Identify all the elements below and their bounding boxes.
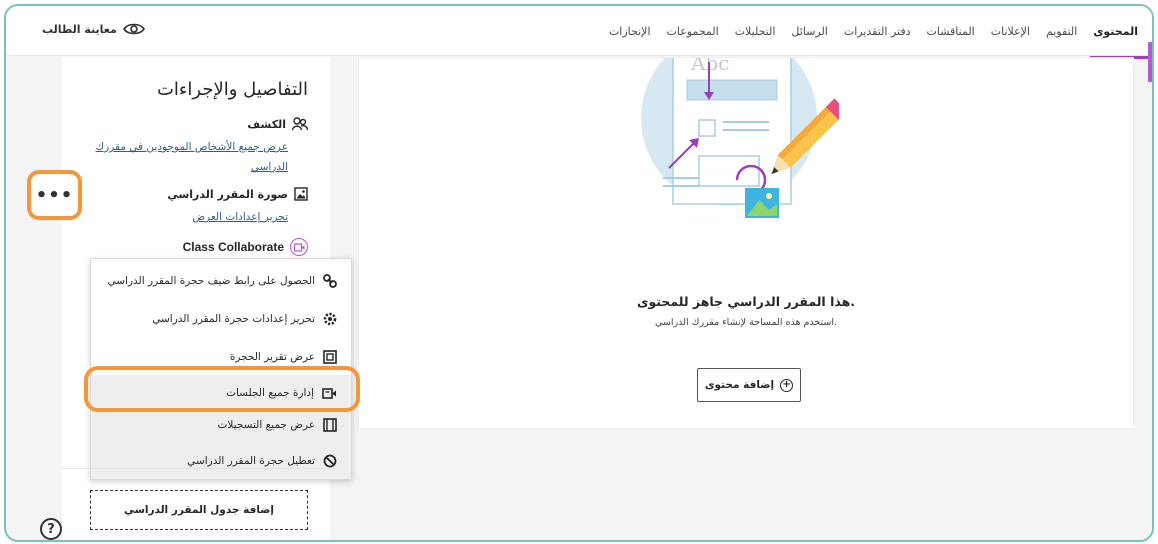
tab-groups[interactable]: المجموعات	[667, 25, 719, 38]
student-preview-button[interactable]: معاينة الطالب	[42, 22, 145, 36]
menu-item-manage-sessions[interactable]: إدارة جميع الجلسات	[91, 375, 351, 411]
report-icon	[323, 350, 337, 364]
tab-gradebook[interactable]: دفتر التقديرات	[844, 25, 911, 38]
divider	[62, 468, 330, 469]
eye-icon	[122, 23, 145, 35]
menu-item-label: إدارة جميع الجلسات	[226, 387, 314, 399]
app-frame: المحتوى التقويم الإعلانات المناقشات دفتر…	[4, 4, 1154, 542]
menu-item-label: تحرير إعدادات حجرة المقرر الدراسي	[152, 313, 315, 325]
disable-icon	[323, 454, 337, 468]
plus-icon: +	[780, 378, 794, 392]
collaborate-icon	[290, 238, 308, 256]
details-title: التفاصيل والإجراءات	[156, 79, 308, 100]
tab-discussions[interactable]: المناقشات	[927, 25, 975, 38]
tab-messages[interactable]: الرسائل	[791, 25, 827, 38]
empty-state-subtitle: استخدم هذه المساحة لإنشاء مقررك الدراسي.	[654, 317, 837, 328]
add-course-schedule-button[interactable]: إضافة جدول المقرر الدراسي	[90, 490, 308, 530]
empty-course-illustration: Abc	[641, 58, 839, 218]
banner-label: صورة المقرر الدراسي	[167, 187, 288, 201]
tab-calendar[interactable]: التقويم	[1046, 25, 1077, 38]
banner-row: صورة المقرر الدراسي	[167, 187, 308, 201]
help-icon[interactable]: ?	[40, 518, 62, 540]
top-navigation: المحتوى التقويم الإعلانات المناقشات دفتر…	[6, 6, 1152, 56]
roster-row: الكشف	[247, 117, 308, 131]
content-area: Abc هذا المقرر الدراسي جاهز للمحتوى. است…	[358, 57, 1134, 429]
empty-state-title: هذا المقرر الدراسي جاهز للمحتوى.	[636, 294, 855, 309]
menu-item-label: تعطيل حجرة المقرر الدراسي	[187, 455, 315, 467]
roster-link[interactable]: عرض جميع الأشخاص الموجودين في مقررك الدر…	[88, 137, 288, 177]
menu-item-label: عرض تقرير الحجرة	[229, 351, 315, 363]
tab-achievements[interactable]: الإنجازات	[609, 25, 651, 38]
menu-item-label: عرض جميع التسجيلات	[217, 419, 316, 431]
film-icon	[323, 418, 337, 432]
gear-icon	[323, 312, 337, 326]
menu-item-label: الحصول على رابط ضيف حجرة المقرر الدراسي	[107, 275, 316, 287]
menu-item-room-report[interactable]: عرض تقرير الحجرة	[91, 339, 351, 375]
menu-item-guest-link[interactable]: الحصول على رابط ضيف حجرة المقرر الدراسي	[91, 263, 351, 299]
nav-tabs: المحتوى التقويم الإعلانات المناقشات دفتر…	[609, 6, 1138, 56]
student-preview-label: معاينة الطالب	[42, 22, 117, 36]
video-icon	[322, 387, 336, 399]
people-icon	[292, 117, 308, 131]
collaborate-more-button[interactable]: •••	[27, 170, 82, 220]
tab-analytics[interactable]: التحليلات	[735, 25, 776, 38]
edge-marker	[1148, 42, 1152, 82]
link-icon	[323, 274, 337, 288]
collaborate-label: Class Collaborate	[182, 240, 284, 254]
tab-content[interactable]: المحتوى	[1093, 25, 1138, 38]
roster-label: الكشف	[247, 117, 286, 131]
add-content-label: إضافة محتوى	[704, 379, 775, 391]
menu-item-disable-room[interactable]: تعطيل حجرة المقرر الدراسي	[91, 443, 351, 479]
banner-link[interactable]: تحرير إعدادات العرض	[192, 207, 288, 227]
image-icon	[294, 187, 308, 201]
tab-announcements[interactable]: الإعلانات	[991, 25, 1030, 38]
collaborate-row: Class Collaborate	[183, 238, 308, 256]
menu-item-view-recordings[interactable]: عرض جميع التسجيلات	[91, 407, 351, 443]
add-content-button[interactable]: إضافة محتوى +	[697, 368, 801, 402]
collaborate-menu: الحصول على رابط ضيف حجرة المقرر الدراسي …	[90, 258, 352, 480]
menu-item-edit-room-settings[interactable]: تحرير إعدادات حجرة المقرر الدراسي	[91, 301, 351, 337]
